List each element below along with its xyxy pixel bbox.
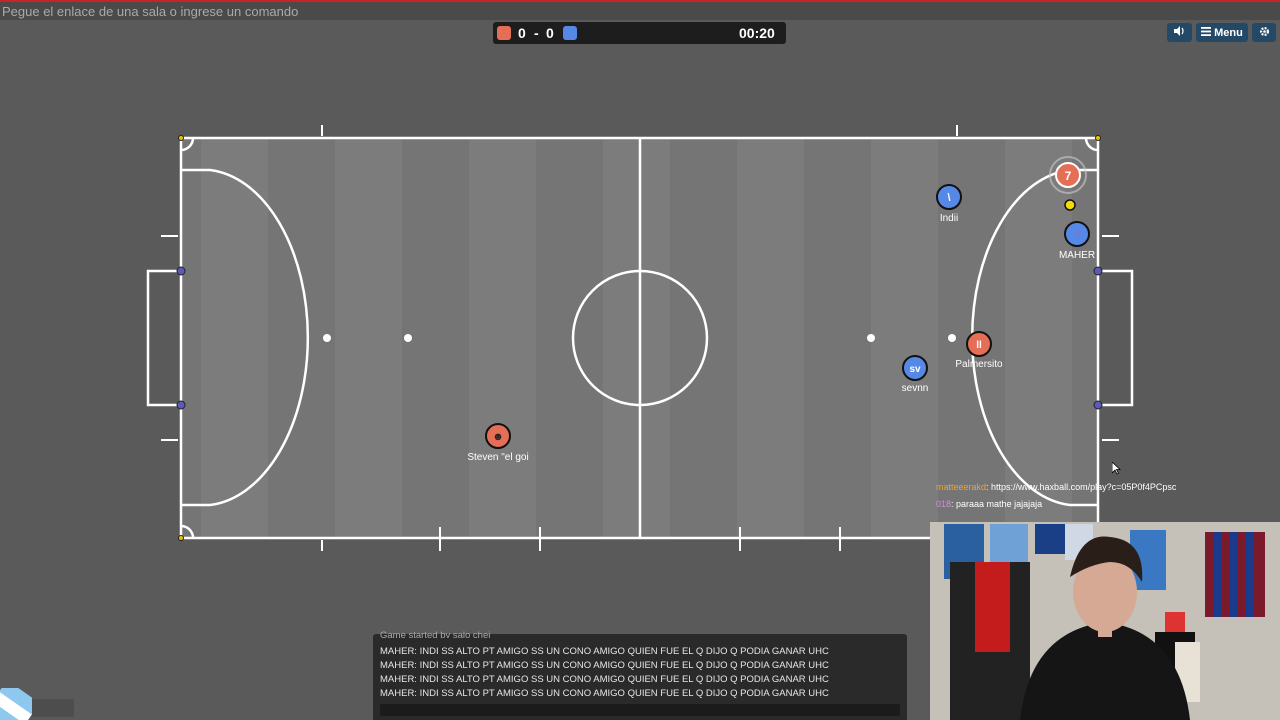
chat-line: MAHER: INDI SS ALTO PT AMIGO SS UN CONO … (380, 660, 829, 671)
player-name-label: Steven "el goi (467, 452, 529, 463)
score-separator: - (534, 25, 539, 41)
svg-text:\: \ (947, 192, 950, 204)
corner-post (1095, 135, 1101, 141)
svg-text:ll: ll (976, 340, 982, 351)
webcam-feed (930, 522, 1280, 720)
player-indii: \ (936, 184, 962, 210)
player-steven: ☻ (485, 423, 511, 449)
match-timer: 00:20 (739, 25, 775, 41)
sound-button[interactable] (1167, 23, 1192, 42)
player-name-label: Palmersito (955, 359, 1003, 370)
corner-post (178, 535, 184, 541)
flag-decoration-icon (0, 688, 32, 720)
chat-username: 018 (936, 499, 952, 509)
svg-text:☻: ☻ (492, 431, 504, 443)
player-self: 7 (1049, 156, 1087, 194)
svg-text:sv: sv (909, 364, 921, 375)
menu-label: Menu (1214, 26, 1243, 39)
goal-post (1093, 400, 1103, 410)
player-name-label: MAHER (1058, 250, 1096, 261)
room-link-input[interactable]: Pegue el enlace de una sala o ingrese un… (2, 4, 482, 20)
red-team-indicator (497, 26, 511, 40)
penalty-spot (404, 334, 412, 342)
chat-overlay-line: 018: paraaa mathe jajajaja (936, 499, 1042, 509)
scoreboard: 0 - 0 00:20 (493, 22, 786, 44)
chat-line: MAHER: INDI SS ALTO PT AMIGO SS UN CONO … (380, 674, 829, 685)
corner-post (178, 135, 184, 141)
player-palmersito: ll (966, 331, 992, 357)
gear-icon (1259, 26, 1270, 40)
blue-score: 0 (546, 25, 554, 41)
chat-overlay-line: matteeerakd: https://www.haxball.com/pla… (936, 482, 1176, 492)
chat-line: MAHER: INDI SS ALTO PT AMIGO SS UN CONO … (380, 688, 829, 699)
menu-button[interactable]: Menu (1196, 23, 1248, 42)
settings-button[interactable] (1252, 23, 1276, 42)
svg-text:7: 7 (1065, 169, 1072, 183)
left-goal (146, 269, 181, 407)
streamer-video-icon (930, 522, 1280, 720)
speaker-icon (1174, 26, 1185, 39)
player-maher: ☃ (1064, 221, 1090, 247)
chat-username: matteeerakd (936, 482, 987, 492)
penalty-spot (323, 334, 331, 342)
player-name-label: sevnn (901, 383, 929, 394)
game-field: \ ☃ sv ll ☻ 7 (146, 125, 1134, 551)
chat-panel: Game started by salo chej MAHER: INDI SS… (373, 630, 907, 720)
blue-team-indicator (563, 26, 577, 40)
penalty-spot (948, 334, 956, 342)
mouse-cursor-icon (1112, 462, 1121, 475)
chat-line: MAHER: INDI SS ALTO PT AMIGO SS UN CONO … (380, 646, 829, 657)
player-sevnn: sv (902, 355, 928, 381)
goal-post (176, 266, 186, 276)
goal-post (1093, 266, 1103, 276)
ball (1064, 199, 1076, 211)
goal-post (176, 400, 186, 410)
chat-message: : paraaa mathe jajajaja (951, 499, 1043, 509)
red-score: 0 (518, 25, 526, 41)
chat-input[interactable] (380, 704, 900, 716)
chat-line: Game started by salo chej (380, 630, 491, 638)
room-link-bar: Pegue el enlace de una sala o ingrese un… (0, 0, 1280, 20)
right-goal (1098, 269, 1134, 407)
player-name-label: Indii (939, 213, 959, 224)
svg-text:☃: ☃ (1072, 228, 1082, 241)
chat-message: : https://www.haxball.com/play?c=05P0f4P… (986, 482, 1177, 492)
hamburger-icon (1201, 26, 1212, 39)
penalty-spot (867, 334, 875, 342)
